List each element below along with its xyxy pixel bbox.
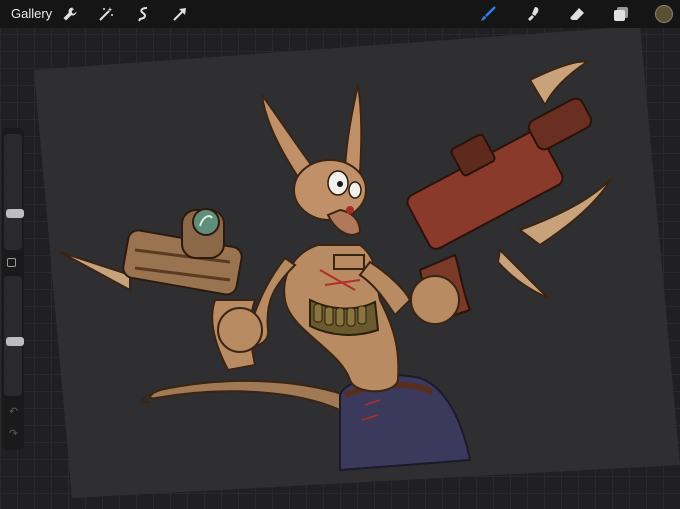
wrench-icon [63,7,77,21]
brush-button[interactable] [478,4,498,24]
gallery-button[interactable]: Gallery [11,6,52,21]
transform-button[interactable] [170,4,190,24]
transform-arrow-icon [173,8,186,21]
drawing-canvas[interactable] [0,0,680,509]
undo-icon: ↶ [8,406,19,418]
eraser-button[interactable] [567,4,587,24]
redo-icon: ↷ [8,428,19,440]
selection-button[interactable] [134,4,154,24]
magic-wand-icon [99,7,113,21]
brush-icon [481,6,496,21]
layers-button[interactable] [611,4,631,24]
top-toolbar: Gallery [0,0,680,28]
brush-size-slider[interactable] [4,134,24,250]
color-button[interactable] [655,5,673,23]
smudge-icon [528,7,539,21]
opacity-slider[interactable] [4,276,24,396]
left-sidebar: ↶ ↷ [2,128,24,450]
brush-size-thumb[interactable] [6,208,24,218]
actions-button[interactable] [60,4,80,24]
redo-button[interactable]: ↷ [7,428,20,441]
opacity-thumb[interactable] [6,337,24,347]
undo-button[interactable]: ↶ [7,406,20,419]
selection-icon [138,7,148,22]
modify-button[interactable] [7,258,16,267]
smudge-button[interactable] [524,4,544,24]
eraser-icon [570,8,584,20]
adjustments-button[interactable] [96,4,116,24]
layers-icon [614,7,628,21]
